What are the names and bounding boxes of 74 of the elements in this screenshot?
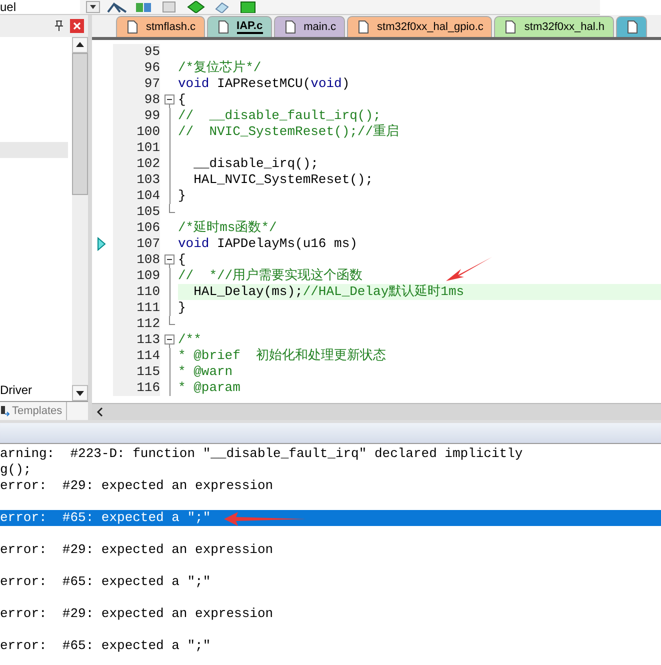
code-line: * @warn [178,364,233,379]
line-number: 106 [113,220,160,236]
collapse-icon[interactable] [164,252,175,268]
line-number: 114 [113,348,160,364]
code-line: // NVIC_SystemReset();//重启 [178,124,400,139]
line-number: 113 [113,332,160,348]
line-number: 101 [113,140,160,156]
line-number: 110 [113,284,160,300]
close-icon[interactable] [70,19,84,33]
line-number: 109 [113,268,160,284]
line-number: 116 [113,380,160,396]
line-number: 99 [113,108,160,124]
line-number: 96 [113,60,160,76]
tree-item[interactable]: Driver [0,383,32,397]
code-line: void IAPResetMCU(void) [178,76,350,91]
line-number: 112 [113,316,160,332]
code-line: { [178,92,186,107]
line-number: 97 [113,76,160,92]
code-line: } [178,188,186,203]
file-icon [218,20,229,34]
collapse-icon[interactable] [164,332,175,348]
code-line: void IAPDelayMs(u16 ms) [178,236,358,251]
code-line: { [178,252,186,267]
line-number: 105 [113,204,160,220]
output-message[interactable]: arning: #223-D: function "__disable_fault_irq" declared implicitly [0,446,523,461]
code-line: * @brief 初始化和处理更新状态 [178,348,386,363]
collapse-icon[interactable] [164,92,175,108]
output-message[interactable]: error: #29: expected an expression [0,606,274,621]
file-tab[interactable]: main.c [274,16,346,37]
code-line: // __disable_fault_irq(); [178,108,381,123]
output-message[interactable]: error: #65: expected a ";" [0,638,211,653]
code-line: } [178,300,186,315]
file-tab[interactable]: stm32f0xx_hal_gpio.c [347,16,492,37]
file-icon [626,20,638,34]
code-line: /** [178,332,202,347]
file-icon [284,20,296,34]
output-message[interactable]: error: #29: expected an expression [0,542,274,557]
output-message[interactable]: g(); [0,462,32,477]
line-number: 95 [113,44,160,60]
templates-icon [0,405,10,417]
file-tab[interactable]: IAP.c [206,16,272,37]
line-number: 100 [113,124,160,140]
code-line: HAL_NVIC_SystemReset(); [192,172,374,187]
line-number: 115 [113,364,160,380]
file-icon [358,20,370,34]
scrollbar[interactable] [72,37,88,401]
line-number: 108 [113,252,160,268]
line-number: 98 [113,92,160,108]
dropdown-button[interactable] [86,1,100,13]
file-tab[interactable]: stmflash.c [116,16,205,37]
code-line: __disable_irq(); [192,156,318,171]
scroll-down-icon[interactable] [72,385,88,401]
scrollbar[interactable] [92,403,661,420]
output-message[interactable]: error: #65: expected a ";" [0,574,211,589]
file-tab[interactable] [616,16,647,37]
file-icon [127,20,138,34]
line-number: 103 [113,172,160,188]
code-line: /*延时ms函数*/ [178,220,277,235]
code-line: HAL_Delay(ms);//HAL_Delay默认延时1ms [192,284,464,299]
line-number: 111 [113,300,160,316]
target-combo[interactable]: uel [0,0,80,14]
pin-icon[interactable] [54,20,64,32]
windows-icon[interactable] [134,1,154,13]
output-message[interactable]: error: #29: expected an expression [0,478,274,493]
code-line: // *//用户需要实现这个函数 [178,268,363,283]
line-number: 102 [113,156,160,172]
code-line: /*复位芯片*/ [178,60,262,75]
file-tab[interactable]: stm32f0xx_hal.h [494,16,614,37]
line-number: 104 [113,188,160,204]
network-icon[interactable] [106,1,128,13]
code-line: * @param [178,380,240,395]
scroll-up-icon[interactable] [72,37,88,53]
line-number: 107 [113,236,160,252]
file-icon [505,20,516,34]
